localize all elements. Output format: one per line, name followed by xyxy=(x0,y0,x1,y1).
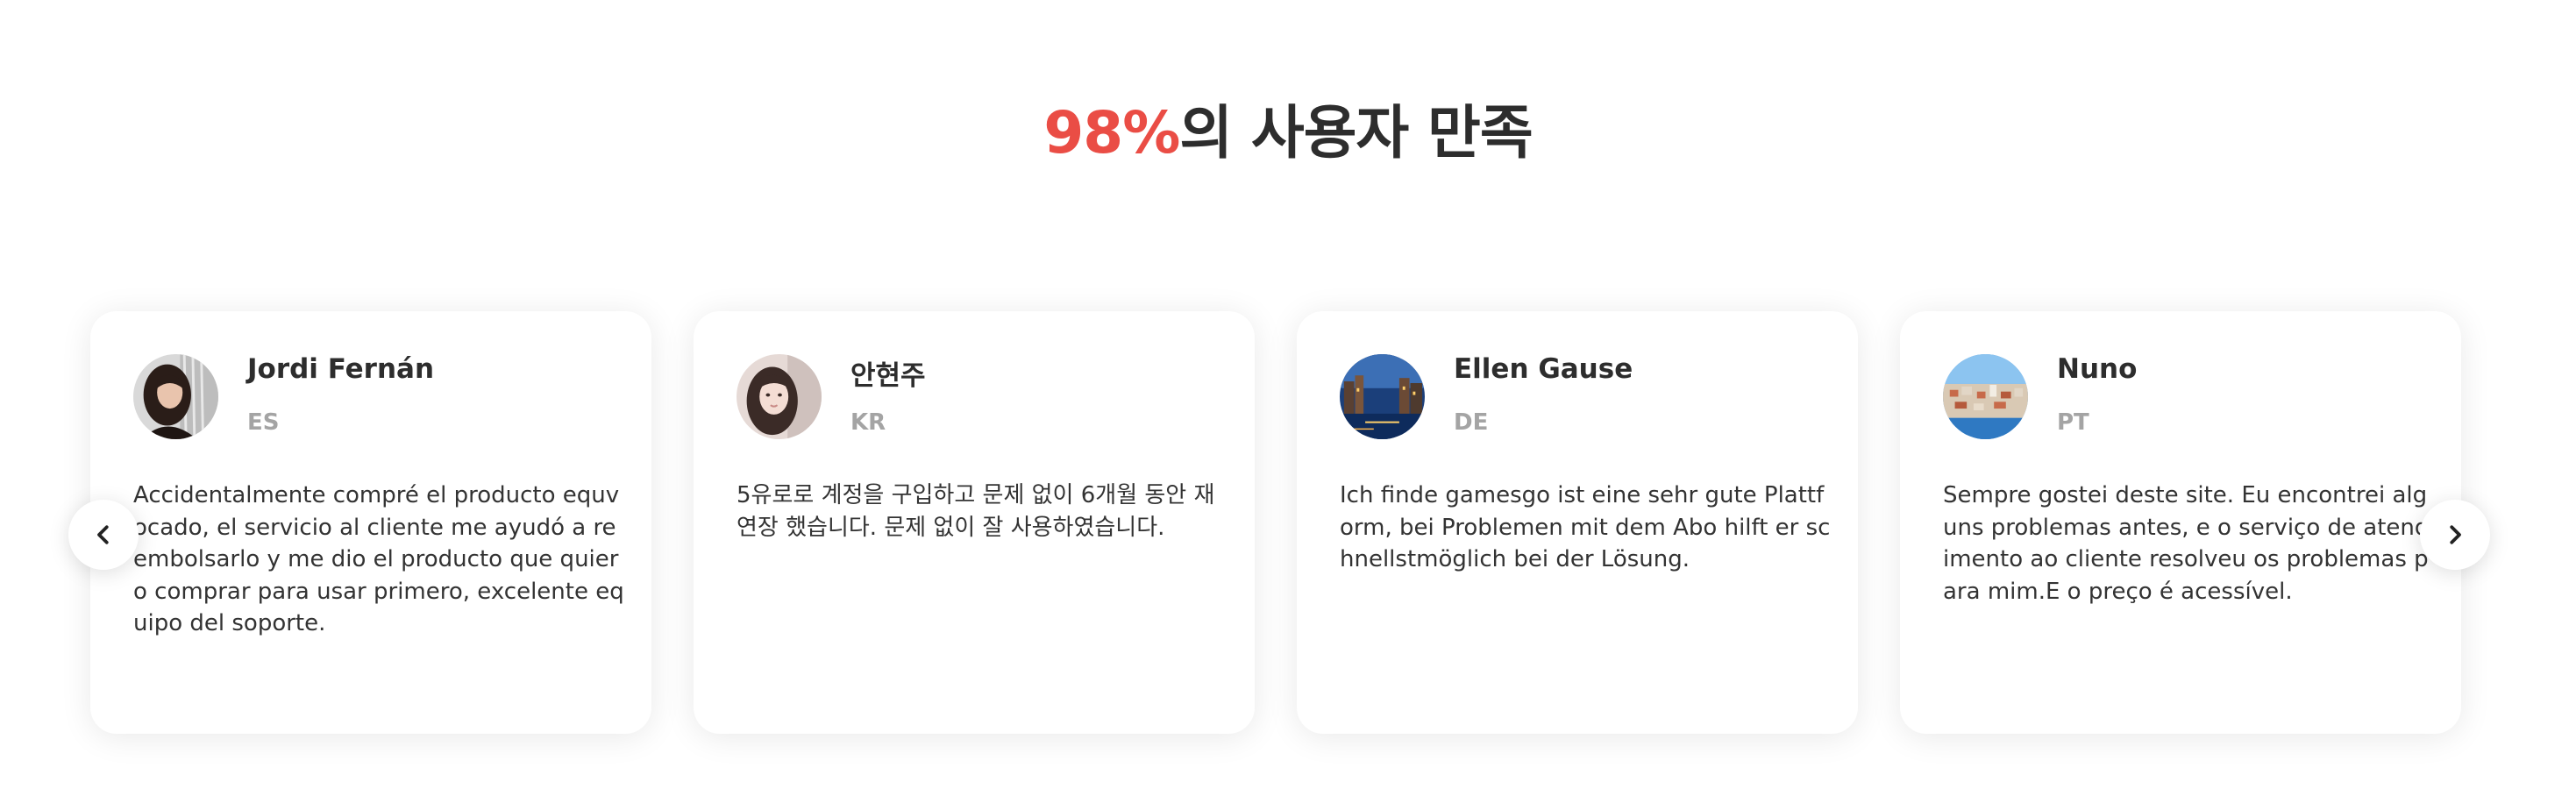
avatar xyxy=(737,354,822,439)
testimonials-section: 98%의 사용자 만족 Jordi Fernán ES Accidentalme… xyxy=(0,0,2576,796)
reviewer-name: Jordi Fernán xyxy=(247,353,435,385)
carousel-prev-button[interactable] xyxy=(68,500,139,570)
review-card: 안현주 KR 5유로로 계정을 구입하고 문제 없이 6개월 동안 재 연장 했… xyxy=(694,311,1255,734)
avatar xyxy=(133,354,218,439)
coastal-city-avatar xyxy=(1943,354,2028,439)
review-text: Ich finde gamesgo ist eine sehr gute Pla… xyxy=(1340,482,1831,572)
review-card: Jordi Fernán ES Accidentalmente compré e… xyxy=(90,311,651,734)
chevron-right-icon xyxy=(2450,525,2461,544)
reviewer-country: PT xyxy=(2057,409,2089,436)
reviewer-country: DE xyxy=(1454,409,1489,436)
carousel-next-button[interactable] xyxy=(2420,500,2490,570)
woman-portrait-avatar xyxy=(133,354,218,439)
avatar xyxy=(1943,354,2028,439)
review-text: 5유로로 계정을 구입하고 문제 없이 6개월 동안 재 연장 했습니다. 문제… xyxy=(737,482,1215,541)
review-card: Ellen Gause DE Ich finde gamesgo ist ein… xyxy=(1297,311,1858,734)
avatar xyxy=(1340,354,1425,439)
review-text: Sempre gostei deste site. Eu encontrei a… xyxy=(1943,482,2430,605)
chevron-left-icon xyxy=(97,525,109,544)
review-card: Nuno PT Sempre gostei deste site. Eu enc… xyxy=(1900,311,2461,734)
section-title: 98%의 사용자 만족 xyxy=(0,95,2576,172)
reviewer-country: ES xyxy=(247,409,280,436)
girl-portrait-avatar xyxy=(737,354,822,439)
night-city-canal-avatar xyxy=(1340,354,1425,439)
review-text: Accidentalmente compré el producto equvo… xyxy=(133,482,624,636)
section-title-text: 의 사용자 만족 xyxy=(1179,99,1533,167)
reviewer-name: 안현주 xyxy=(850,360,926,392)
reviewer-name: Nuno xyxy=(2057,353,2138,385)
satisfaction-percent: 98% xyxy=(1043,99,1180,167)
reviewer-name: Ellen Gause xyxy=(1454,353,1633,385)
reviewer-country: KR xyxy=(850,409,886,436)
